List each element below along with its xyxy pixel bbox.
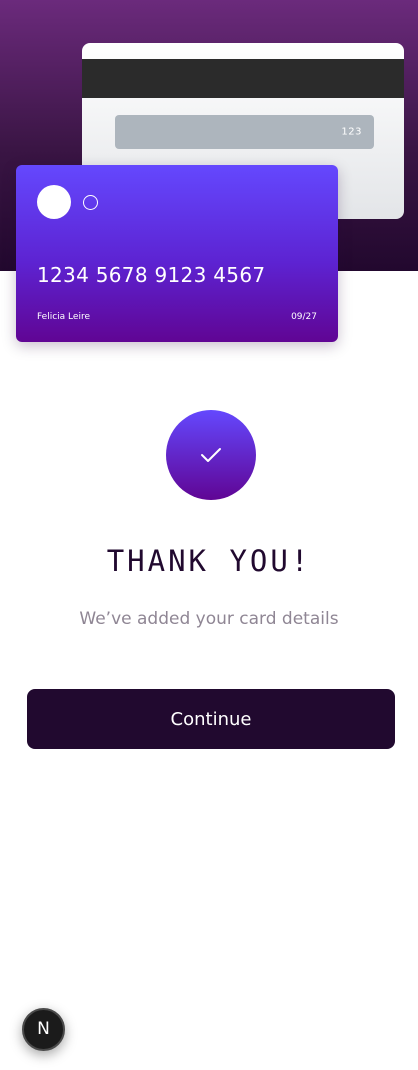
card-expiry: 09/27 (291, 312, 317, 322)
confirmation-message: We’ve added your card details (79, 609, 339, 629)
success-badge (166, 410, 256, 500)
card-number: 1234 5678 9123 4567 (37, 263, 266, 287)
dev-tools-badge[interactable]: N (22, 1008, 65, 1051)
card-logo-circle-outline (83, 195, 98, 210)
card-cvc: 123 (341, 126, 362, 138)
continue-button[interactable]: Continue (27, 689, 395, 749)
thank-you-heading: THANK YOU! (106, 544, 312, 578)
card-logo-circle-filled (37, 185, 71, 219)
cvc-signature-bar: 123 (115, 115, 374, 149)
magnetic-stripe (82, 59, 404, 98)
thank-you-page: 123 1234 5678 9123 4567 Felicia Leire 09… (0, 0, 418, 1070)
cardholder-name: Felicia Leire (37, 312, 90, 322)
check-icon (201, 448, 221, 462)
card-front: 1234 5678 9123 4567 Felicia Leire 09/27 (16, 165, 338, 342)
